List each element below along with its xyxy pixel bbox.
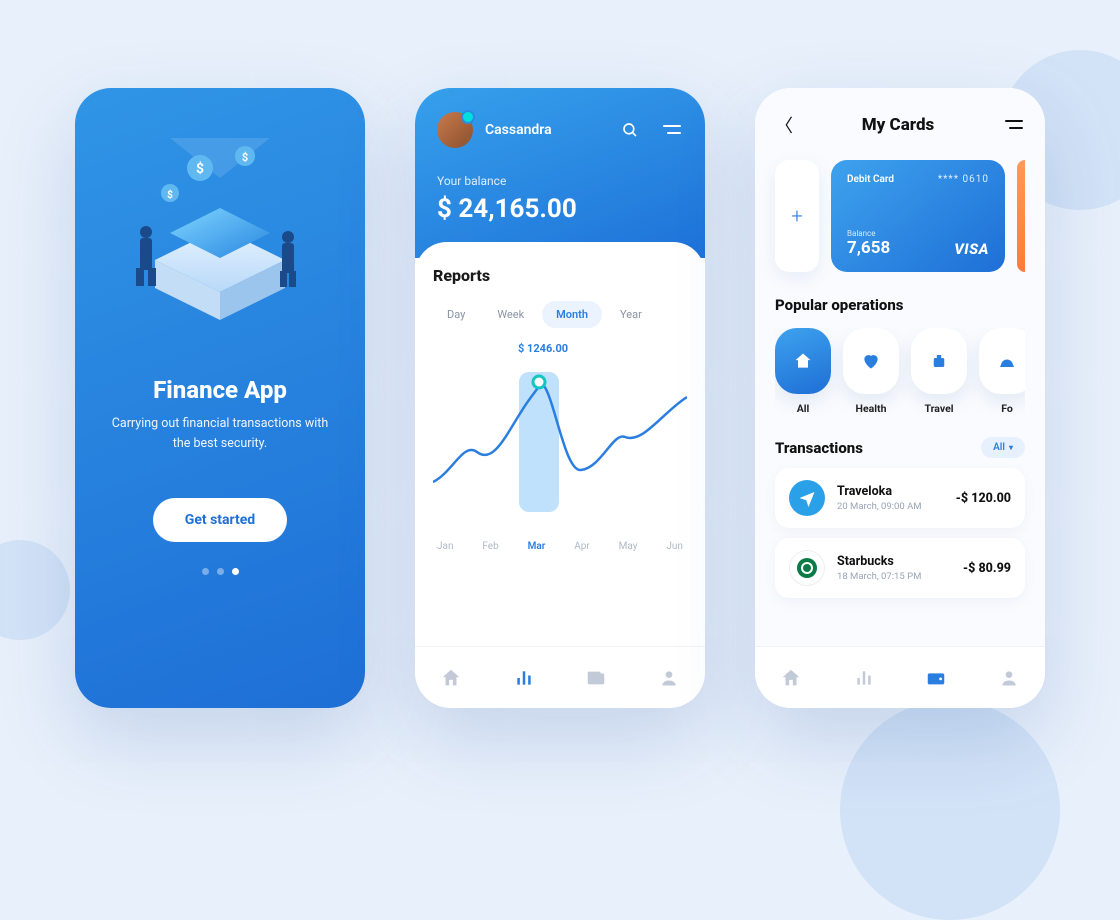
card-balance: 7,658 bbox=[847, 238, 890, 258]
nav-wallet-icon[interactable] bbox=[584, 666, 608, 690]
month-label: Apr bbox=[574, 541, 590, 552]
svg-text:$: $ bbox=[167, 188, 173, 201]
month-label: Jan bbox=[437, 541, 453, 552]
tx-name: Starbucks bbox=[837, 554, 951, 569]
menu-icon[interactable] bbox=[661, 119, 683, 141]
page-dot[interactable] bbox=[217, 568, 224, 575]
svg-text:$: $ bbox=[242, 151, 248, 164]
nav-stats-icon[interactable] bbox=[512, 666, 536, 690]
page-title: My Cards bbox=[862, 115, 934, 135]
onboarding-screen: $ $ $ Finance App Carrying out financial… bbox=[75, 88, 365, 708]
chevron-down-icon: ▾ bbox=[1009, 443, 1013, 452]
transactions-title: Transactions bbox=[775, 439, 863, 457]
menu-icon[interactable] bbox=[1003, 116, 1025, 135]
nav-stats-icon[interactable] bbox=[852, 666, 876, 690]
suitcase-icon bbox=[911, 328, 967, 394]
chart-x-axis: Jan Feb Mar Apr May Jun bbox=[433, 541, 687, 552]
page-indicator bbox=[202, 568, 239, 575]
svg-text:$: $ bbox=[196, 160, 204, 177]
tx-amount: -$ 120.00 bbox=[956, 491, 1011, 506]
onboarding-illustration: $ $ $ bbox=[110, 138, 330, 358]
bg-decor bbox=[840, 700, 1060, 920]
dashboard-screen: Cassandra Your balance $ 24,165.00 Repor… bbox=[415, 88, 705, 708]
cards-screen: 〈 My Cards + Debit Card **** 0610 Balanc… bbox=[755, 88, 1045, 708]
nav-profile-icon[interactable] bbox=[997, 666, 1021, 690]
search-icon[interactable] bbox=[619, 119, 641, 141]
username: Cassandra bbox=[485, 122, 607, 138]
op-health[interactable]: Health bbox=[843, 328, 899, 415]
op-label: All bbox=[797, 402, 810, 415]
tab-month[interactable]: Month bbox=[542, 301, 602, 328]
op-label: Fo bbox=[1001, 402, 1013, 415]
traveloka-icon bbox=[789, 480, 825, 516]
op-all[interactable]: All bbox=[775, 328, 831, 415]
card-balance-label: Balance bbox=[847, 229, 890, 238]
chart-tooltip: $ 1246.00 bbox=[518, 342, 568, 355]
avatar[interactable] bbox=[437, 112, 473, 148]
month-label: Mar bbox=[528, 541, 546, 552]
get-started-button[interactable]: Get started bbox=[153, 498, 287, 542]
page-dot[interactable] bbox=[202, 568, 209, 575]
bottom-nav bbox=[755, 646, 1045, 708]
transaction-row[interactable]: Starbucks 18 March, 07:15 PM -$ 80.99 bbox=[775, 538, 1025, 598]
home-icon bbox=[775, 328, 831, 394]
transaction-row[interactable]: Traveloka 20 March, 09:00 AM -$ 120.00 bbox=[775, 468, 1025, 528]
onboarding-title: Finance App bbox=[153, 376, 287, 404]
op-food[interactable]: Fo bbox=[979, 328, 1025, 415]
nav-profile-icon[interactable] bbox=[657, 666, 681, 690]
tab-day[interactable]: Day bbox=[433, 301, 479, 328]
page-dot-active[interactable] bbox=[232, 568, 239, 575]
tx-time: 18 March, 07:15 PM bbox=[837, 571, 951, 582]
month-label: May bbox=[619, 541, 638, 552]
tx-amount: -$ 80.99 bbox=[963, 561, 1011, 576]
next-card-peek[interactable] bbox=[1017, 160, 1025, 272]
tab-week[interactable]: Week bbox=[483, 301, 538, 328]
nav-home-icon[interactable] bbox=[439, 666, 463, 690]
dashboard-header: Cassandra Your balance $ 24,165.00 bbox=[415, 88, 705, 258]
reports-chart: $ 1246.00 Jan Feb Mar Apr May Jun bbox=[433, 342, 687, 552]
period-tabs: Day Week Month Year bbox=[433, 301, 687, 328]
card-type: Debit Card bbox=[847, 174, 894, 185]
op-label: Travel bbox=[924, 402, 953, 415]
operations-title: Popular operations bbox=[775, 296, 1025, 314]
debit-card[interactable]: Debit Card **** 0610 Balance 7,658 VISA bbox=[831, 160, 1005, 272]
heart-icon bbox=[843, 328, 899, 394]
filter-pill[interactable]: All ▾ bbox=[981, 437, 1025, 458]
reports-sheet: Reports Day Week Month Year $ 1246.00 Ja… bbox=[415, 242, 705, 642]
card-mask: **** 0610 bbox=[938, 174, 989, 185]
onboarding-subtitle: Carrying out financial transactions with… bbox=[110, 414, 330, 454]
tx-name: Traveloka bbox=[837, 484, 944, 499]
balance-label: Your balance bbox=[437, 174, 683, 188]
nav-home-icon[interactable] bbox=[779, 666, 803, 690]
month-label: Jun bbox=[666, 541, 683, 552]
filter-label: All bbox=[993, 442, 1005, 453]
food-icon bbox=[979, 328, 1025, 394]
reports-title: Reports bbox=[433, 266, 687, 285]
balance-value: $ 24,165.00 bbox=[437, 194, 683, 224]
back-icon[interactable]: 〈 bbox=[775, 112, 793, 138]
tx-time: 20 March, 09:00 AM bbox=[837, 501, 944, 512]
op-label: Health bbox=[856, 402, 887, 415]
starbucks-icon bbox=[789, 550, 825, 586]
tab-year[interactable]: Year bbox=[606, 301, 656, 328]
month-label: Feb bbox=[482, 541, 498, 552]
bottom-nav bbox=[415, 646, 705, 708]
op-travel[interactable]: Travel bbox=[911, 328, 967, 415]
visa-logo: VISA bbox=[954, 240, 989, 258]
nav-wallet-icon[interactable] bbox=[924, 666, 948, 690]
add-card-button[interactable]: + bbox=[775, 160, 819, 272]
